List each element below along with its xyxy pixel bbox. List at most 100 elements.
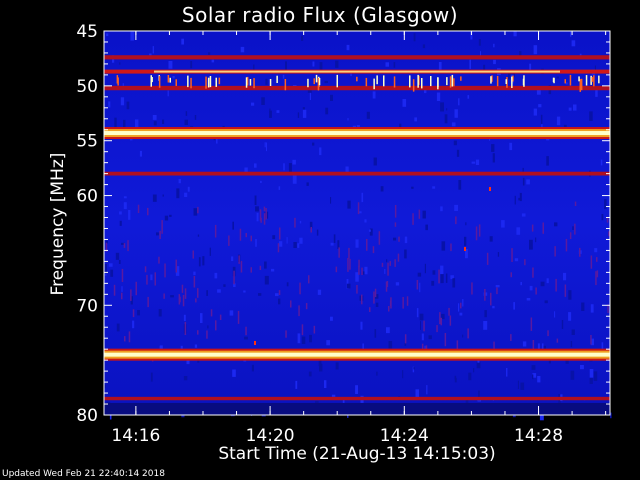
noise-cell bbox=[406, 296, 409, 306]
noise-cell bbox=[511, 248, 513, 262]
noise-cell bbox=[484, 310, 487, 318]
noise-cell bbox=[330, 197, 332, 204]
noise-cell bbox=[266, 142, 267, 152]
burst-spike bbox=[307, 78, 309, 88]
noise-cell bbox=[492, 153, 495, 163]
noise-cell bbox=[544, 300, 548, 304]
noise-cell bbox=[156, 232, 159, 236]
burst-spike bbox=[580, 78, 583, 91]
noise-cell bbox=[232, 221, 234, 230]
noise-cell bbox=[364, 266, 368, 275]
noise-cell bbox=[265, 78, 268, 85]
noise-cell bbox=[115, 252, 120, 260]
noise-cell bbox=[147, 296, 149, 308]
noise-cell bbox=[297, 112, 300, 118]
noise-cell bbox=[419, 282, 421, 293]
noise-cell bbox=[279, 227, 281, 240]
noise-cell bbox=[458, 180, 462, 190]
noise-cell bbox=[194, 344, 198, 348]
noise-cell bbox=[413, 33, 416, 42]
noise-cell bbox=[137, 310, 140, 316]
noise-cell bbox=[375, 302, 379, 307]
noise-cell bbox=[295, 380, 298, 389]
y-tick-label: 80 bbox=[76, 406, 98, 426]
noise-cell bbox=[347, 118, 349, 121]
noise-cell bbox=[520, 282, 522, 286]
noise-cell bbox=[454, 377, 457, 383]
noise-cell bbox=[150, 372, 153, 382]
noise-cell bbox=[386, 281, 389, 287]
noise-cell bbox=[455, 216, 457, 225]
noise-cell bbox=[366, 239, 368, 251]
noise-cell bbox=[608, 231, 610, 237]
noise-cell bbox=[123, 202, 127, 210]
updated-timestamp: Updated Wed Feb 21 22:40:14 2018 bbox=[2, 469, 165, 479]
noise-cell bbox=[106, 33, 109, 37]
burst-spike bbox=[151, 77, 153, 83]
burst-spike bbox=[460, 76, 462, 81]
noise-cell bbox=[570, 341, 573, 348]
noise-cell bbox=[448, 307, 450, 316]
noise-cell bbox=[404, 236, 408, 244]
noise-cell bbox=[192, 250, 194, 259]
noise-cell bbox=[250, 235, 252, 242]
noise-cell bbox=[589, 377, 593, 384]
noise-cell bbox=[565, 238, 568, 252]
burst-spike bbox=[205, 76, 207, 89]
noise-cell bbox=[568, 290, 572, 300]
noise-cell bbox=[411, 186, 414, 189]
noise-cell bbox=[360, 321, 363, 330]
noise-cell bbox=[302, 107, 305, 110]
noise-cell bbox=[184, 119, 188, 125]
noise-cell bbox=[146, 274, 148, 285]
noise-cell bbox=[468, 372, 472, 381]
y-tick-label: 70 bbox=[76, 296, 98, 316]
noise-cell bbox=[439, 312, 441, 325]
noise-cell bbox=[574, 201, 577, 206]
noise-cell bbox=[413, 367, 415, 370]
noise-cell bbox=[590, 335, 592, 345]
noise-cell bbox=[114, 117, 117, 128]
noise-cell bbox=[184, 321, 187, 335]
noise-cell bbox=[484, 289, 486, 301]
burst-spike bbox=[489, 187, 491, 191]
noise-cell bbox=[193, 276, 196, 288]
burst-spike bbox=[167, 75, 170, 83]
noise-cell bbox=[178, 294, 181, 305]
y-tick-label: 50 bbox=[76, 77, 98, 97]
noise-cell bbox=[358, 259, 360, 268]
noise-cell bbox=[422, 210, 426, 219]
noise-cell bbox=[330, 242, 334, 246]
noise-cell bbox=[110, 269, 114, 277]
noise-cell bbox=[164, 215, 169, 221]
noise-cell bbox=[309, 334, 312, 343]
noise-cell bbox=[144, 266, 147, 273]
noise-cell bbox=[419, 313, 424, 321]
noise-cell bbox=[297, 243, 300, 248]
burst-spike bbox=[376, 75, 378, 85]
burst-spike bbox=[245, 77, 248, 88]
burst-spike bbox=[207, 77, 210, 88]
noise-cell bbox=[335, 60, 339, 68]
noise-cell bbox=[127, 240, 129, 252]
band-core bbox=[104, 131, 610, 136]
noise-cell bbox=[193, 271, 196, 276]
noise-cell bbox=[374, 329, 377, 338]
noise-cell bbox=[316, 229, 319, 236]
band-line bbox=[104, 171, 610, 176]
noise-cell bbox=[128, 331, 131, 343]
noise-cell bbox=[278, 186, 281, 190]
noise-cell bbox=[123, 196, 127, 199]
noise-cell bbox=[310, 227, 312, 233]
noise-cell bbox=[324, 80, 328, 84]
noise-cell bbox=[547, 330, 549, 337]
noise-cell bbox=[355, 239, 359, 248]
burst-spike bbox=[318, 78, 321, 86]
burst-spike bbox=[511, 76, 513, 88]
noise-cell bbox=[489, 236, 493, 242]
noise-cell bbox=[285, 61, 287, 71]
noise-cell bbox=[417, 272, 422, 277]
noise-cell bbox=[152, 46, 154, 54]
noise-cell bbox=[347, 258, 349, 272]
noise-cell bbox=[564, 284, 567, 297]
